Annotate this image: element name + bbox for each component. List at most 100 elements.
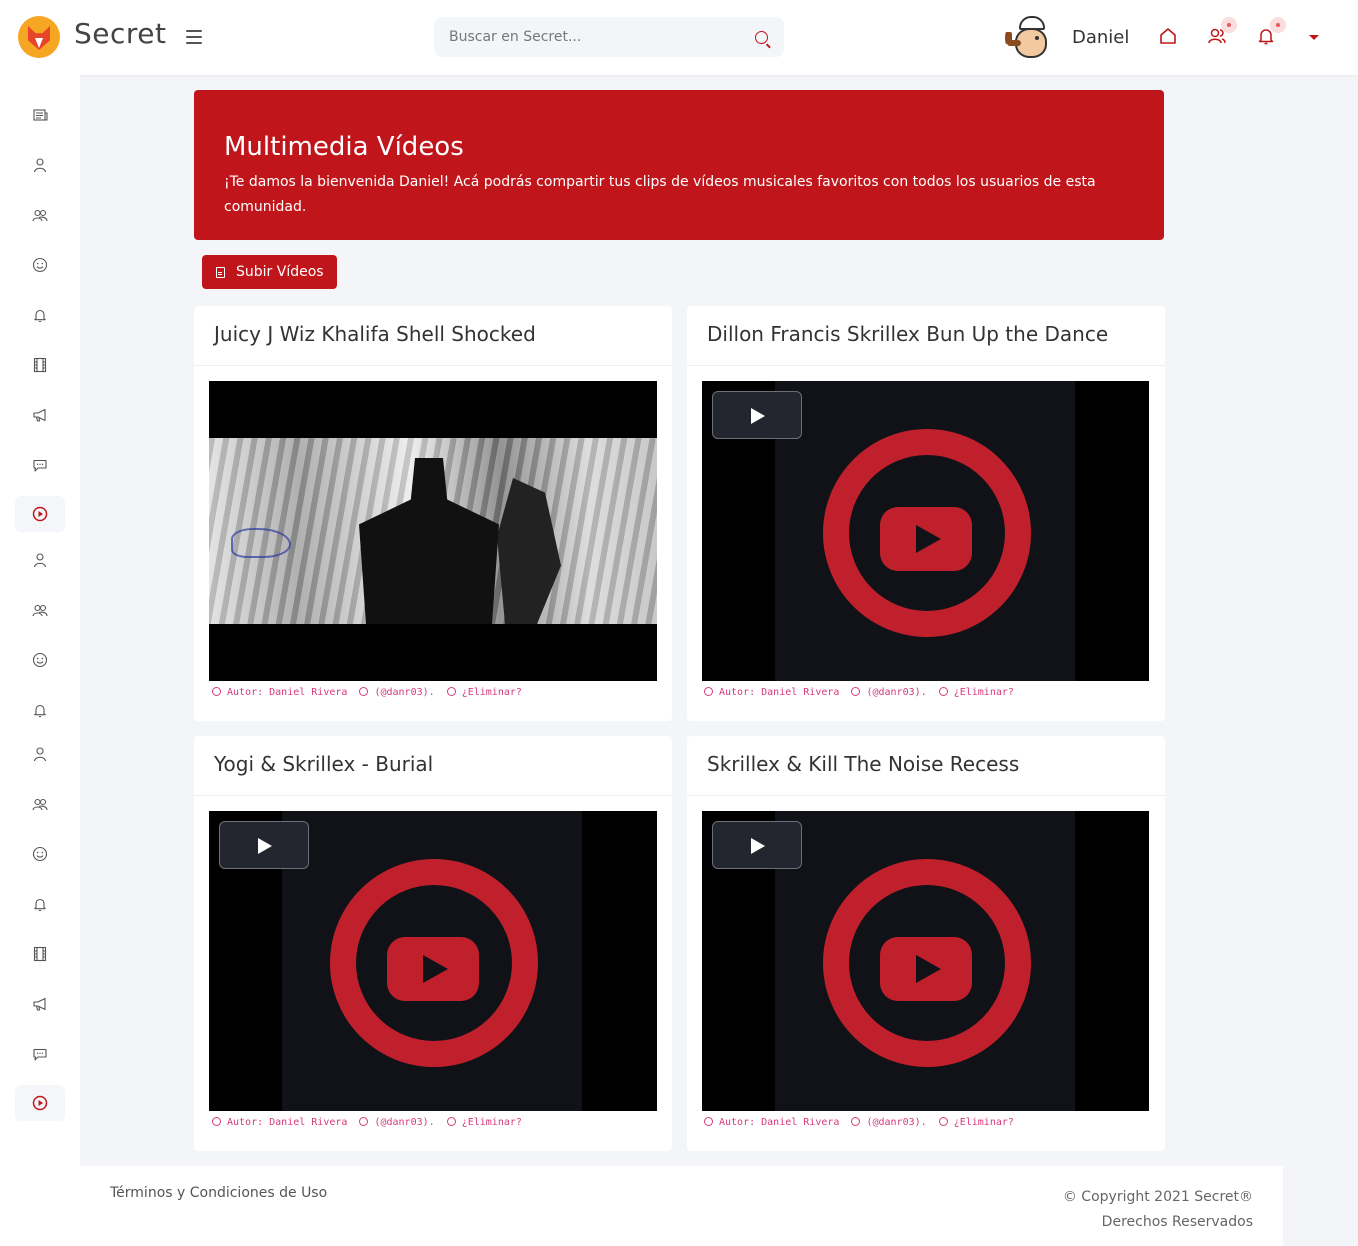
notifications-icon[interactable] bbox=[1256, 17, 1286, 46]
user-icon bbox=[33, 158, 47, 173]
sidebar-item-smile[interactable] bbox=[15, 642, 65, 678]
logo[interactable] bbox=[18, 16, 60, 58]
smile-icon bbox=[32, 257, 48, 273]
user-icon bbox=[212, 1117, 221, 1126]
video-card: Dillon Francis Skrillex Bun Up the Dance… bbox=[687, 306, 1165, 721]
users-icon bbox=[32, 209, 48, 222]
video-card: Yogi & Skrillex - Burial Autor: Daniel R… bbox=[194, 736, 672, 1151]
home-icon[interactable] bbox=[1158, 26, 1178, 46]
megaphone-icon bbox=[33, 408, 46, 422]
sidebar-item-user[interactable] bbox=[15, 147, 65, 183]
users-icon bbox=[32, 798, 48, 811]
play-circle-icon bbox=[32, 1095, 48, 1111]
video-title: Dillon Francis Skrillex Bun Up the Dance bbox=[687, 306, 1165, 366]
delete-video-link[interactable]: ¿Eliminar? bbox=[954, 687, 1014, 698]
friends-icon[interactable] bbox=[1207, 17, 1237, 46]
sidebar-item-users[interactable] bbox=[15, 786, 65, 822]
sidebar-item-bell[interactable] bbox=[15, 692, 65, 728]
bell-icon bbox=[34, 898, 46, 912]
sidebar-item-smile[interactable] bbox=[15, 836, 65, 872]
video-player[interactable] bbox=[209, 811, 657, 1111]
page-title: Multimedia Vídeos bbox=[224, 132, 464, 162]
video-meta: Autor: Daniel Rivera (@danr03). ¿Elimina… bbox=[212, 1117, 522, 1128]
sidebar-item-film[interactable] bbox=[15, 347, 65, 383]
sidebar-item-user[interactable] bbox=[15, 736, 65, 772]
video-title: Skrillex & Kill The Noise Recess bbox=[687, 736, 1165, 796]
bell-icon bbox=[34, 309, 46, 323]
rights-text: Derechos Reservados bbox=[1101, 1214, 1253, 1230]
sidebar-item-megaphone[interactable] bbox=[15, 986, 65, 1022]
sidebar-item-bell[interactable] bbox=[15, 297, 65, 333]
brand-name[interactable]: Secret bbox=[74, 17, 167, 50]
footer: Términos y Condiciones de Uso © Copyrigh… bbox=[80, 1166, 1283, 1246]
at-icon bbox=[851, 687, 861, 696]
block-icon bbox=[938, 1117, 948, 1126]
at-icon bbox=[359, 687, 369, 696]
terms-link[interactable]: Términos y Condiciones de Uso bbox=[110, 1185, 327, 1201]
video-handle: (@danr03). bbox=[866, 687, 927, 698]
file-icon bbox=[216, 266, 225, 278]
video-meta: Autor: Daniel Rivera (@danr03). ¿Elimina… bbox=[212, 687, 522, 698]
smile-icon bbox=[32, 652, 48, 668]
sidebar-item-play-circle[interactable] bbox=[15, 1085, 65, 1121]
video-card: Juicy J Wiz Khalifa Shell Shocked Autor:… bbox=[194, 306, 672, 721]
video-thumbnail bbox=[209, 438, 657, 624]
user-icon bbox=[33, 553, 47, 568]
video-author: Autor: Daniel Rivera bbox=[227, 1117, 348, 1128]
page-banner: Multimedia Vídeos ¡Te damos la bienvenid… bbox=[194, 90, 1164, 240]
video-player[interactable] bbox=[209, 381, 657, 681]
block-icon bbox=[446, 1117, 456, 1126]
megaphone-icon bbox=[33, 997, 46, 1011]
video-card: Skrillex & Kill The Noise Recess Autor: … bbox=[687, 736, 1165, 1151]
sidebar-item-film[interactable] bbox=[15, 936, 65, 972]
play-button[interactable] bbox=[219, 821, 309, 869]
block-icon bbox=[446, 687, 456, 696]
play-button[interactable] bbox=[712, 391, 802, 439]
sidebar-item-chat[interactable] bbox=[15, 1036, 65, 1072]
video-handle: (@danr03). bbox=[866, 1117, 927, 1128]
sidebar-item-smile[interactable] bbox=[15, 247, 65, 283]
delete-video-link[interactable]: ¿Eliminar? bbox=[462, 687, 522, 698]
chat-icon bbox=[33, 459, 47, 472]
friends-badge bbox=[1221, 17, 1237, 33]
avatar[interactable] bbox=[1005, 14, 1053, 62]
video-title: Yogi & Skrillex - Burial bbox=[194, 736, 672, 796]
video-meta: Autor: Daniel Rivera (@danr03). ¿Elimina… bbox=[704, 1117, 1014, 1128]
menu-toggle-icon[interactable] bbox=[186, 30, 202, 44]
upload-videos-button[interactable]: Subir Vídeos bbox=[202, 255, 337, 289]
user-icon bbox=[704, 1117, 713, 1126]
delete-video-link[interactable]: ¿Eliminar? bbox=[462, 1117, 522, 1128]
video-player[interactable] bbox=[702, 811, 1149, 1111]
youtube-logo bbox=[282, 811, 582, 1111]
film-icon bbox=[33, 946, 47, 962]
copyright: © Copyright 2021 Secret® Derechos Reserv… bbox=[1063, 1185, 1253, 1235]
bell-icon bbox=[34, 704, 46, 718]
search-icon[interactable] bbox=[755, 31, 768, 44]
username-label[interactable]: Daniel bbox=[1072, 27, 1129, 48]
sidebar-item-user[interactable] bbox=[15, 542, 65, 578]
youtube-logo bbox=[775, 381, 1075, 681]
video-handle: (@danr03). bbox=[374, 1117, 435, 1128]
video-author: Autor: Daniel Rivera bbox=[719, 1117, 840, 1128]
chevron-down-icon[interactable] bbox=[1309, 35, 1319, 40]
user-icon bbox=[212, 687, 221, 696]
search-input[interactable] bbox=[434, 17, 744, 57]
sidebar-item-users[interactable] bbox=[15, 592, 65, 628]
sidebar-item-newspaper[interactable] bbox=[15, 97, 65, 133]
chat-icon bbox=[33, 1048, 47, 1061]
search-box bbox=[434, 17, 784, 57]
upload-button-label: Subir Vídeos bbox=[236, 264, 324, 280]
sidebar-item-users[interactable] bbox=[15, 197, 65, 233]
notifications-badge bbox=[1270, 17, 1286, 33]
video-player[interactable] bbox=[702, 381, 1149, 681]
video-handle: (@danr03). bbox=[374, 687, 435, 698]
sidebar-item-play-circle[interactable] bbox=[15, 496, 65, 532]
sidebar-item-megaphone[interactable] bbox=[15, 397, 65, 433]
play-circle-icon bbox=[32, 506, 48, 522]
play-button[interactable] bbox=[712, 821, 802, 869]
delete-video-link[interactable]: ¿Eliminar? bbox=[954, 1117, 1014, 1128]
sidebar-item-bell[interactable] bbox=[15, 886, 65, 922]
video-meta: Autor: Daniel Rivera (@danr03). ¿Elimina… bbox=[704, 687, 1014, 698]
sidebar-item-chat[interactable] bbox=[15, 447, 65, 483]
video-author: Autor: Daniel Rivera bbox=[719, 687, 840, 698]
